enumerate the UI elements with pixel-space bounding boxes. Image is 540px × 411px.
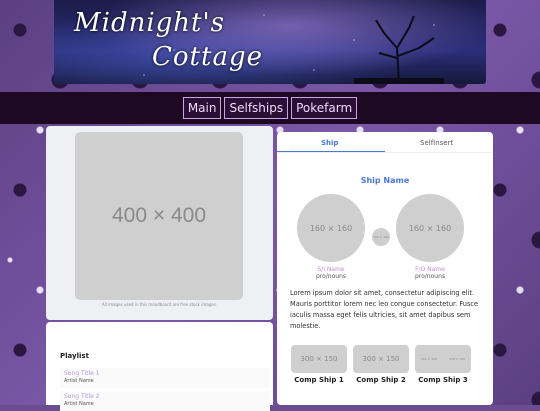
active-tab-indicator [277, 151, 385, 152]
nav-selfships[interactable]: Selfships [224, 97, 289, 119]
song-title: Song Title 2 [64, 393, 100, 400]
ship-heart-icon: 100 × 100 [372, 228, 390, 246]
playlist-song[interactable]: Song Title 2 Artist Name [60, 391, 270, 411]
playlist-panel: Playlist Song Title 1 Artist Name Song T… [46, 322, 273, 411]
ship-description: Lorem ipsum dolor sit amet, consectetur … [290, 289, 479, 330]
fo-name: F/O Name [415, 266, 445, 273]
comp-ship-1-image[interactable]: 300 × 150 [291, 345, 347, 373]
song-artist: Artist Name [64, 378, 94, 384]
fo-avatar-placeholder: 160 × 160 [396, 194, 464, 262]
comp-ship-3-label: Comp Ship 3 [418, 376, 468, 384]
comp-ship-2-image[interactable]: 300 × 150 [353, 345, 409, 373]
song-title: Song Title 1 [64, 370, 100, 377]
playlist-song[interactable]: Song Title 1 Artist Name [60, 368, 270, 388]
song-artist: Artist Name [64, 401, 94, 407]
nav-pokefarm[interactable]: Pokefarm [291, 97, 358, 119]
fo-pronouns: pro/nouns [414, 273, 446, 280]
image-caption: All images used in this moodboard are fr… [101, 302, 218, 307]
comp-ship-3-image-left: 150 × 150 [421, 357, 437, 361]
tab-ship[interactable]: Ship [321, 139, 338, 147]
tab-selfinsert[interactable]: SelfInsert [420, 139, 453, 147]
ship-tabs: Ship SelfInsert [277, 132, 493, 153]
header-banner: Midnight's Cottage [54, 0, 486, 84]
site-title-line2: Cottage [152, 42, 263, 72]
si-pronouns: pro/nouns [315, 273, 347, 280]
si-avatar-placeholder: 160 × 160 [297, 194, 365, 262]
playlist-title: Playlist [60, 352, 89, 360]
tree-silhouette-icon [354, 15, 444, 84]
comp-ship-3-image-right: 150 × 150 [449, 357, 465, 361]
comp-ship-3-image[interactable]: 150 × 150 150 × 150 [415, 345, 471, 373]
main-image-placeholder: 400 × 400 [75, 132, 243, 300]
ship-card: Ship SelfInsert Ship Name 160 × 160 100 … [277, 132, 493, 405]
ship-name: Ship Name [360, 176, 410, 185]
comp-ship-1-label: Comp Ship 1 [294, 376, 344, 384]
nav-main[interactable]: Main [182, 97, 222, 119]
site-title-line1: Midnight's [74, 8, 225, 38]
si-name: S/I Name [317, 266, 345, 273]
top-navbar: Main Selfships Pokefarm [0, 92, 540, 124]
comp-ship-2-label: Comp Ship 2 [356, 376, 406, 384]
